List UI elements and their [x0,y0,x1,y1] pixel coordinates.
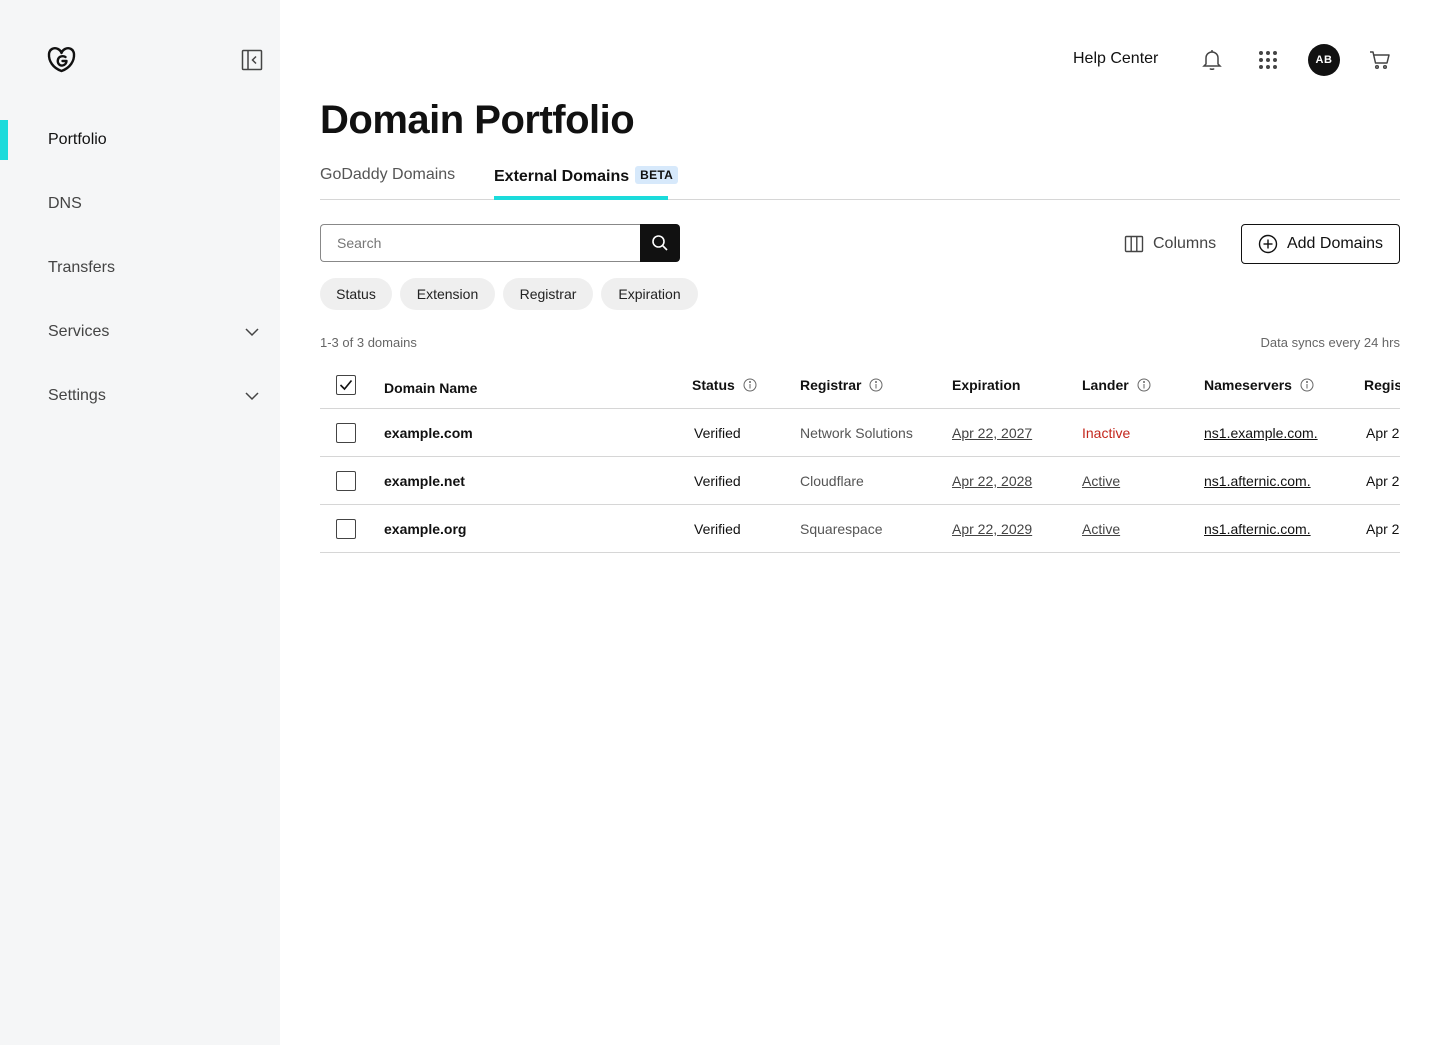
add-domains-label: Add Domains [1286,235,1384,252]
domain-name-cell[interactable]: example.org [384,521,466,537]
column-header-registrar[interactable]: Registrar [800,377,883,393]
row-checkbox[interactable] [336,519,356,539]
filter-chip-extension[interactable]: Extension [400,278,495,310]
column-header-label: Domain Name [384,380,478,396]
column-header-lander[interactable]: Lander [1082,377,1151,393]
domain-name-cell[interactable]: example.net [384,473,465,489]
checkmark-icon [339,379,353,391]
info-icon[interactable] [869,378,883,392]
column-header-label: Lander [1082,377,1129,393]
active-tab-indicator [494,196,668,200]
column-header-label: Registrar [800,377,862,393]
expiration-link[interactable]: Apr 22, 2028 [952,473,1032,489]
column-header-status[interactable]: Status [692,377,757,393]
column-header-nameservers[interactable]: Nameservers [1204,377,1314,393]
help-center-link[interactable]: Help Center [1073,50,1158,68]
filter-chip-expiration[interactable]: Expiration [601,278,698,310]
page-title: Domain Portfolio [320,98,635,142]
nameservers-link[interactable]: ns1.afternic.com. [1204,521,1311,537]
beta-badge: BETA [635,166,679,184]
search-button[interactable] [640,224,680,262]
sidebar: Portfolio DNS Transfers Services Setting… [0,0,280,1045]
search-input[interactable] [320,224,641,262]
lander-status-link[interactable]: Active [1082,473,1120,489]
chevron-down-icon [245,328,259,337]
expiration-link[interactable]: Apr 22, 2027 [952,425,1032,441]
registered-cell: Apr 2 [1366,521,1400,537]
table-row[interactable]: example.org Verified Squarespace Apr 22,… [320,505,1400,553]
active-indicator [0,120,8,160]
search-icon [652,235,668,251]
registrar-cell: Network Solutions [800,425,913,441]
sidebar-item-transfers[interactable]: Transfers [0,248,280,288]
lander-status-cell: Inactive [1082,425,1131,441]
add-domains-button[interactable]: Add Domains [1241,224,1400,264]
nameservers-link[interactable]: ns1.afternic.com. [1204,473,1311,489]
domain-name-cell[interactable]: example.com [384,425,473,441]
expiration-link[interactable]: Apr 22, 2029 [952,521,1032,537]
registrar-cell: Cloudflare [800,473,864,489]
sync-note: Data syncs every 24 hrs [1260,335,1400,350]
sidebar-item-label: Portfolio [48,131,107,148]
sidebar-item-label: Services [48,323,110,340]
nameservers-link[interactable]: ns1.example.com. [1204,425,1318,441]
lander-status-link[interactable]: Active [1082,521,1120,537]
registered-cell: Apr 2 [1366,473,1400,489]
domains-table: Domain Name Status Registrar Expiration … [320,362,1400,554]
chevron-down-icon [245,392,259,401]
column-header-label: Regist [1364,377,1400,393]
registered-cell: Apr 2 [1366,425,1400,441]
tabs-divider [320,199,1400,200]
table-row[interactable]: example.com Verified Network Solutions A… [320,409,1400,457]
info-icon[interactable] [1300,378,1314,392]
tab-godaddy-domains[interactable]: GoDaddy Domains [320,166,455,200]
sidebar-item-label: Transfers [48,259,115,276]
sidebar-item-portfolio[interactable]: Portfolio [0,120,280,160]
sidebar-item-settings[interactable]: Settings [0,376,280,416]
table-row[interactable]: example.net Verified Cloudflare Apr 22, … [320,457,1400,505]
info-icon[interactable] [1137,378,1151,392]
status-cell: Verified [694,425,741,441]
godaddy-logo-icon[interactable] [47,46,76,73]
status-cell: Verified [694,521,741,537]
column-header-label: Nameservers [1204,377,1292,393]
select-all-checkbox[interactable] [336,375,356,395]
tab-external-domains[interactable]: External Domains BETA [494,166,679,200]
info-icon[interactable] [743,378,757,392]
filter-chip-status[interactable]: Status [320,278,392,310]
results-count: 1-3 of 3 domains [320,335,417,350]
columns-icon [1124,235,1144,253]
sidebar-item-dns[interactable]: DNS [0,184,280,224]
row-checkbox[interactable] [336,423,356,443]
cart-icon[interactable] [1368,48,1392,72]
plus-circle-icon [1258,234,1278,254]
column-header-expiration[interactable]: Expiration [952,377,1020,393]
column-header-domain-name[interactable]: Domain Name [384,380,477,396]
filter-chip-registrar[interactable]: Registrar [503,278,593,310]
collapse-sidebar-icon[interactable] [241,49,263,71]
columns-label: Columns [1153,235,1217,252]
status-cell: Verified [694,473,741,489]
columns-button[interactable]: Columns [1124,232,1216,256]
tab-label: External Domains [494,168,630,185]
sidebar-item-label: DNS [48,195,82,212]
column-header-label: Expiration [952,377,1021,393]
tab-label: GoDaddy Domains [320,166,456,183]
avatar[interactable]: AB [1308,44,1340,76]
apps-grid-icon[interactable] [1256,48,1280,72]
table-header-row: Domain Name Status Registrar Expiration … [320,362,1400,409]
sidebar-item-services[interactable]: Services [0,312,280,352]
row-checkbox[interactable] [336,471,356,491]
registrar-cell: Squarespace [800,521,883,537]
bell-icon[interactable] [1200,48,1224,72]
sidebar-item-label: Settings [48,387,106,404]
column-header-registered[interactable]: Regist [1364,377,1400,393]
column-header-label: Status [692,377,735,393]
